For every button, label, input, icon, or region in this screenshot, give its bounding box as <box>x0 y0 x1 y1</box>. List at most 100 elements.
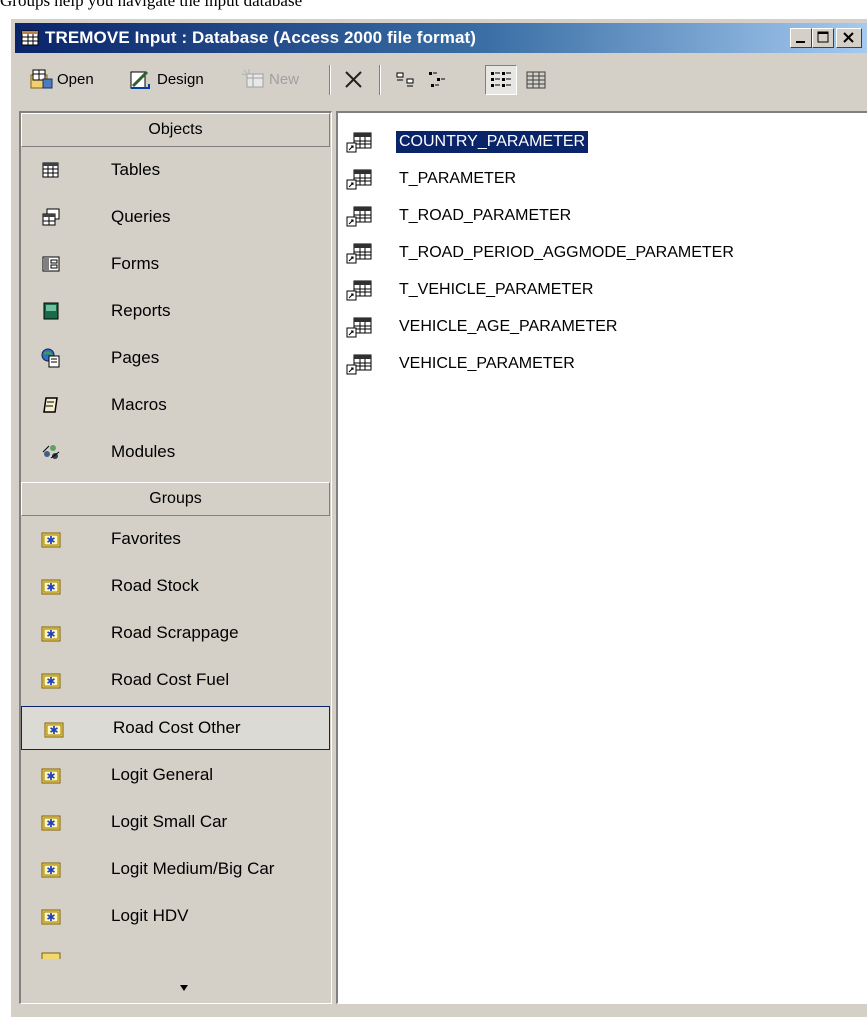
close-icon <box>843 32 854 43</box>
table-shortcut-icon <box>346 132 372 153</box>
group-item-logit-hdv[interactable]: ✱ Logit HDV <box>21 894 330 938</box>
new-icon <box>241 69 264 88</box>
maximize-button[interactable] <box>812 28 834 48</box>
table-shortcut-icon <box>346 317 372 338</box>
group-item-logit-medium-big-car[interactable]: ✱ Logit Medium/Big Car <box>21 847 330 891</box>
svg-text:✱: ✱ <box>46 675 55 688</box>
table-item[interactable]: COUNTRY_PARAMETER <box>346 127 590 157</box>
group-item-label: Road Stock <box>111 576 199 595</box>
table-item[interactable]: T_ROAD_PARAMETER <box>346 201 574 231</box>
svg-text:✱: ✱ <box>46 581 55 594</box>
group-folder-icon: ✱ <box>41 532 61 548</box>
small-icons-icon[interactable] <box>425 67 451 93</box>
group-item-road-scrappage[interactable]: ✱ Road Scrappage <box>21 611 330 655</box>
window-title: TREMOVE Input : Database (Access 2000 fi… <box>45 28 477 47</box>
group-item-logit-general[interactable]: ✱ Logit General <box>21 753 330 797</box>
database-window-icon <box>21 30 39 46</box>
table-shortcut-icon <box>346 354 372 375</box>
table-list: COUNTRY_PARAMETER T_PARAMETER T_ROAD_PAR… <box>336 111 867 1004</box>
group-folder-icon: ✱ <box>41 579 61 595</box>
group-folder-icon: ✱ <box>41 673 61 689</box>
nav-item-tables[interactable]: Tables <box>21 148 330 192</box>
group-folder-icon: ✱ <box>41 862 61 878</box>
table-shortcut-icon <box>346 280 372 301</box>
group-item-label: Logit Small Car <box>111 812 228 831</box>
delete-icon[interactable] <box>341 67 367 93</box>
minimize-icon <box>796 41 805 43</box>
table-shortcut-icon <box>346 243 372 264</box>
nav-item-label: Modules <box>111 442 176 461</box>
module-icon <box>42 445 60 459</box>
toolbar-separator <box>329 65 331 95</box>
svg-text:✱: ✱ <box>46 628 55 641</box>
design-label: Design <box>157 70 204 88</box>
new-label: New <box>269 70 300 88</box>
group-item-label: Road Cost Fuel <box>111 670 230 689</box>
report-icon <box>43 302 59 320</box>
group-item-label: Favorites <box>111 529 181 548</box>
macro-icon <box>43 397 58 413</box>
table-item[interactable]: T_ROAD_PERIOD_AGGMODE_PARAMETER <box>346 238 737 268</box>
nav-item-label: Reports <box>111 301 171 320</box>
minimize-button[interactable] <box>790 28 812 48</box>
group-folder-icon: ✱ <box>44 722 64 738</box>
design-button[interactable]: Design <box>129 65 204 93</box>
open-label: Open <box>57 70 94 88</box>
svg-text:✱: ✱ <box>46 864 55 877</box>
nav-item-pages[interactable]: Pages <box>21 336 330 380</box>
nav-item-queries[interactable]: Queries <box>21 195 330 239</box>
nav-item-forms[interactable]: Forms <box>21 242 330 286</box>
group-item-road-cost-other[interactable]: ✱ Road Cost Other <box>21 706 330 750</box>
page-icon <box>41 348 60 368</box>
nav-item-label: Macros <box>111 395 167 414</box>
group-item-logit-small-car[interactable]: ✱ Logit Small Car <box>21 800 330 844</box>
table-item[interactable]: T_VEHICLE_PARAMETER <box>346 275 596 305</box>
table-item-label: COUNTRY_PARAMETER <box>394 130 590 154</box>
group-item-favorites[interactable]: ✱ Favorites <box>21 517 330 561</box>
form-icon <box>42 256 60 272</box>
group-folder-icon <box>41 952 61 959</box>
details-view-icon[interactable] <box>523 67 549 93</box>
toolbar-separator <box>379 65 381 95</box>
nav-item-modules[interactable]: Modules <box>21 430 330 474</box>
scroll-down-icon[interactable] <box>178 983 190 993</box>
group-item-label: Road Cost Other <box>113 718 241 737</box>
large-icons-icon[interactable] <box>393 67 419 93</box>
group-folder-icon: ✱ <box>41 815 61 831</box>
new-button[interactable]: New <box>241 65 299 93</box>
table-item-label: T_VEHICLE_PARAMETER <box>399 281 594 298</box>
svg-text:✱: ✱ <box>46 534 55 547</box>
design-icon <box>130 70 150 89</box>
group-item-partial <box>21 939 330 959</box>
table-item-label: VEHICLE_AGE_PARAMETER <box>399 318 618 335</box>
table-item[interactable]: VEHICLE_PARAMETER <box>346 349 578 379</box>
svg-text:✱: ✱ <box>46 817 55 830</box>
table-item[interactable]: T_PARAMETER <box>346 164 519 194</box>
nav-item-label: Pages <box>111 348 160 367</box>
caption: Groups help you navigate the input datab… <box>0 0 303 10</box>
close-button[interactable] <box>836 28 862 48</box>
open-icon <box>30 69 53 89</box>
objects-bar: Objects Tables Queries Forms Reports Pag… <box>19 111 332 1004</box>
nav-item-reports[interactable]: Reports <box>21 289 330 333</box>
table-item-label: VEHICLE_PARAMETER <box>399 355 575 372</box>
table-icon <box>42 162 59 178</box>
database-window: TREMOVE Input : Database (Access 2000 fi… <box>10 18 867 1017</box>
nav-item-label: Queries <box>111 207 171 226</box>
nav-item-label: Tables <box>111 160 161 179</box>
open-button[interactable]: Open <box>29 65 94 93</box>
table-item[interactable]: VEHICLE_AGE_PARAMETER <box>346 312 620 342</box>
objects-header[interactable]: Objects <box>21 113 330 147</box>
group-item-road-stock[interactable]: ✱ Road Stock <box>21 564 330 608</box>
groups-header[interactable]: Groups <box>21 482 330 516</box>
table-shortcut-icon <box>346 206 372 227</box>
table-item-label: T_PARAMETER <box>399 170 517 187</box>
list-view-button[interactable] <box>485 65 517 95</box>
group-item-label: Logit HDV <box>111 906 189 925</box>
group-folder-icon: ✱ <box>41 768 61 784</box>
table-shortcut-icon <box>346 169 372 190</box>
group-item-road-cost-fuel[interactable]: ✱ Road Cost Fuel <box>21 658 330 702</box>
title-bar[interactable]: TREMOVE Input : Database (Access 2000 fi… <box>15 23 867 53</box>
nav-item-label: Forms <box>111 254 160 273</box>
nav-item-macros[interactable]: Macros <box>21 383 330 427</box>
